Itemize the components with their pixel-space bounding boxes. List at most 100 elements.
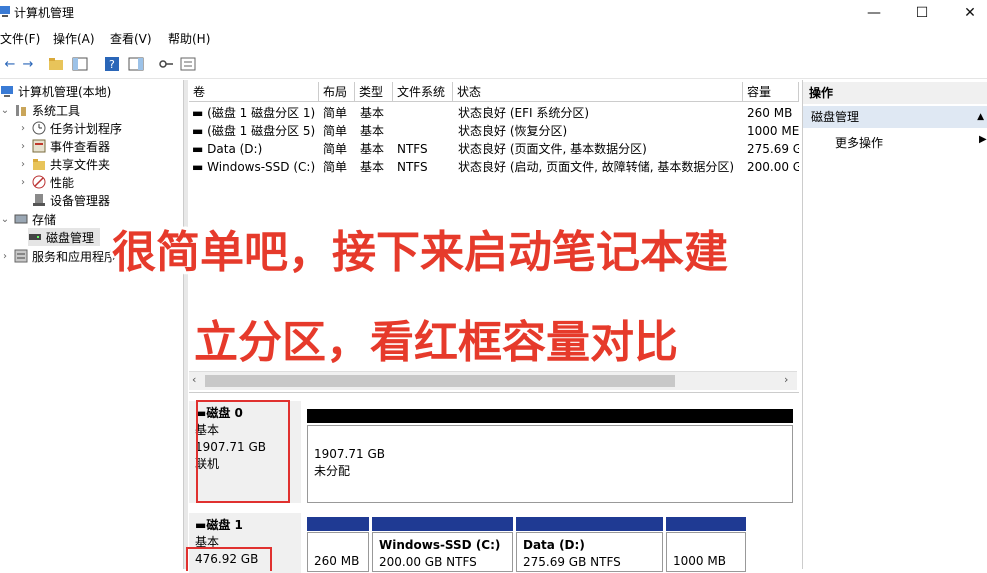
collapse-icon[interactable]: ▲ xyxy=(977,106,984,128)
table-cell: 简单 xyxy=(323,124,348,138)
menu-view[interactable]: 查看(V) xyxy=(110,30,152,47)
minimize-button[interactable]: — xyxy=(851,0,897,26)
partition-label: 未分配 xyxy=(314,464,351,478)
key-icon[interactable] xyxy=(156,54,176,74)
table-cell: 基本 xyxy=(360,124,385,138)
computer-icon xyxy=(0,84,14,98)
table-cell: NTFS xyxy=(397,160,428,174)
menu-help[interactable]: 帮助(H) xyxy=(168,30,210,47)
partition-windows-ssd[interactable]: Windows-SSD (C:) 200.00 GB NTFS xyxy=(372,532,513,572)
back-icon[interactable]: ← xyxy=(0,54,20,74)
volume-icon: ▬ xyxy=(192,160,208,174)
tree-item-label: 性能 xyxy=(50,175,75,190)
chevron-down-icon[interactable]: ⌄ xyxy=(0,214,10,225)
tree-item-label: 任务计划程序 xyxy=(50,121,123,136)
storage-icon xyxy=(14,212,28,226)
table-row[interactable]: ▬ Windows-SSD (C:) xyxy=(192,158,318,176)
table-cell: (磁盘 1 磁盘分区 5) xyxy=(207,124,316,138)
tree-item-label: 磁盘管理 xyxy=(46,230,95,245)
scroll-right-icon[interactable]: › xyxy=(784,373,788,386)
chevron-right-icon[interactable]: › xyxy=(18,123,28,134)
table-cell: 状态良好 (启动, 页面文件, 故障转储, 基本数据分区) xyxy=(458,160,735,174)
partition-data[interactable]: Data (D:) 275.69 GB NTFS xyxy=(516,532,663,572)
highlight-box-disk0 xyxy=(196,400,290,503)
disk-icon: ▬ xyxy=(195,518,207,532)
scrollbar-thumb[interactable] xyxy=(205,375,675,387)
partition-efi[interactable]: 260 MB xyxy=(307,532,369,572)
chevron-right-icon[interactable]: › xyxy=(0,251,10,262)
tree-item-disk-management[interactable]: 磁盘管理 xyxy=(28,228,101,246)
column-header-status[interactable]: 状态 xyxy=(453,82,743,102)
disk-icon xyxy=(28,230,42,244)
svg-text:?: ? xyxy=(109,58,115,71)
menu-action[interactable]: 操作(A) xyxy=(53,30,95,47)
event-viewer-icon xyxy=(32,139,46,153)
tree-item-event-viewer[interactable]: › 事件查看器 xyxy=(18,137,110,155)
table-row[interactable]: ▬ (磁盘 1 磁盘分区 5) xyxy=(192,122,318,140)
submenu-arrow-icon: ▶ xyxy=(979,134,987,145)
show-hide-pane-icon[interactable] xyxy=(126,54,146,74)
tree-item-storage[interactable]: ⌄ 存储 xyxy=(0,210,56,228)
maximize-button[interactable]: ☐ xyxy=(899,0,945,26)
actions-section-label: 磁盘管理 xyxy=(811,110,860,124)
partition-bar xyxy=(516,517,663,531)
partition-name: Data (D:) xyxy=(523,538,585,552)
folder-up-icon[interactable] xyxy=(46,54,66,74)
column-header-volume[interactable]: 卷 xyxy=(189,82,319,102)
close-button[interactable]: ✕ xyxy=(947,0,987,26)
tree-item-performance[interactable]: › 性能 xyxy=(18,173,74,191)
tree-item-label: 事件查看器 xyxy=(50,139,111,154)
unallocated-bar xyxy=(307,409,793,423)
table-row[interactable]: ▬ (磁盘 1 磁盘分区 1) xyxy=(192,104,318,122)
table-cell: 状态良好 (恢复分区) xyxy=(458,124,568,138)
toolbar: ← → ? xyxy=(0,50,987,79)
table-cell: 简单 xyxy=(323,160,348,174)
table-cell: 1000 ME xyxy=(747,124,799,138)
partition-name: Windows-SSD (C:) xyxy=(379,538,501,552)
chevron-right-icon[interactable]: › xyxy=(18,159,28,170)
more-actions[interactable]: 更多操作 xyxy=(835,134,883,151)
chevron-right-icon[interactable]: › xyxy=(18,177,28,188)
scroll-left-icon[interactable]: ‹ xyxy=(192,373,196,386)
table-row[interactable]: ▬ Data (D:) xyxy=(192,140,318,158)
partition-size: 1907.71 GB xyxy=(314,447,385,461)
tree-item-label: 共享文件夹 xyxy=(50,157,111,172)
column-header-type[interactable]: 类型 xyxy=(355,82,393,102)
partition-unallocated[interactable]: 1907.71 GB 未分配 xyxy=(307,425,793,503)
properties-icon[interactable] xyxy=(178,54,198,74)
menu-bar: 文件(F) 操作(A) 查看(V) 帮助(H) xyxy=(0,28,987,48)
actions-pane: 操作 磁盘管理 ▲ 更多操作 ▶ xyxy=(802,80,987,569)
tree-item-system-tools[interactable]: ⌄ 系统工具 xyxy=(0,101,80,119)
caption-line-1: 很简单吧，接下来启动笔记本建 xyxy=(112,227,728,278)
console-tree: 计算机管理(本地) ⌄ 系统工具 › 任务计划程序 › 事件查看器 › 共享文件… xyxy=(0,80,184,569)
partition-size: 275.69 GB NTFS xyxy=(523,555,621,569)
tree-item-label: 存储 xyxy=(32,212,57,227)
partition-size: 260 MB xyxy=(314,554,360,568)
menu-file[interactable]: 文件(F) xyxy=(0,30,40,47)
tree-item-device-manager[interactable]: 设备管理器 xyxy=(32,191,110,209)
forward-icon[interactable]: → xyxy=(18,54,38,74)
tree-item-root[interactable]: 计算机管理(本地) xyxy=(0,82,111,100)
tree-item-services-apps[interactable]: › 服务和应用程序 xyxy=(0,247,116,265)
console-tree-icon[interactable] xyxy=(70,54,90,74)
table-cell: Data (D:) xyxy=(207,142,263,156)
column-header-capacity[interactable]: 容量 xyxy=(743,82,799,102)
tree-item-shared-folders[interactable]: › 共享文件夹 xyxy=(18,155,110,173)
table-cell: 基本 xyxy=(360,160,385,174)
horizontal-scrollbar[interactable]: ‹ › xyxy=(189,371,797,390)
tree-item-task-scheduler[interactable]: › 任务计划程序 xyxy=(18,119,122,137)
partition-size: 200.00 GB NTFS xyxy=(379,555,477,569)
partition-recovery[interactable]: 1000 MB xyxy=(666,532,746,572)
column-header-layout[interactable]: 布局 xyxy=(319,82,355,102)
chevron-down-icon[interactable]: ⌄ xyxy=(0,105,10,116)
splitter[interactable] xyxy=(184,80,188,569)
help-icon[interactable]: ? xyxy=(102,54,122,74)
tree-item-label: 计算机管理(本地) xyxy=(18,84,112,99)
device-manager-icon xyxy=(32,193,46,207)
actions-section-disk-management[interactable]: 磁盘管理 ▲ xyxy=(803,106,987,128)
chevron-right-icon[interactable]: › xyxy=(18,141,28,152)
column-header-filesystem[interactable]: 文件系统 xyxy=(393,82,453,102)
volume-icon: ▬ xyxy=(192,124,208,138)
table-cell: (磁盘 1 磁盘分区 1) xyxy=(207,106,316,120)
partition-bar xyxy=(372,517,513,531)
